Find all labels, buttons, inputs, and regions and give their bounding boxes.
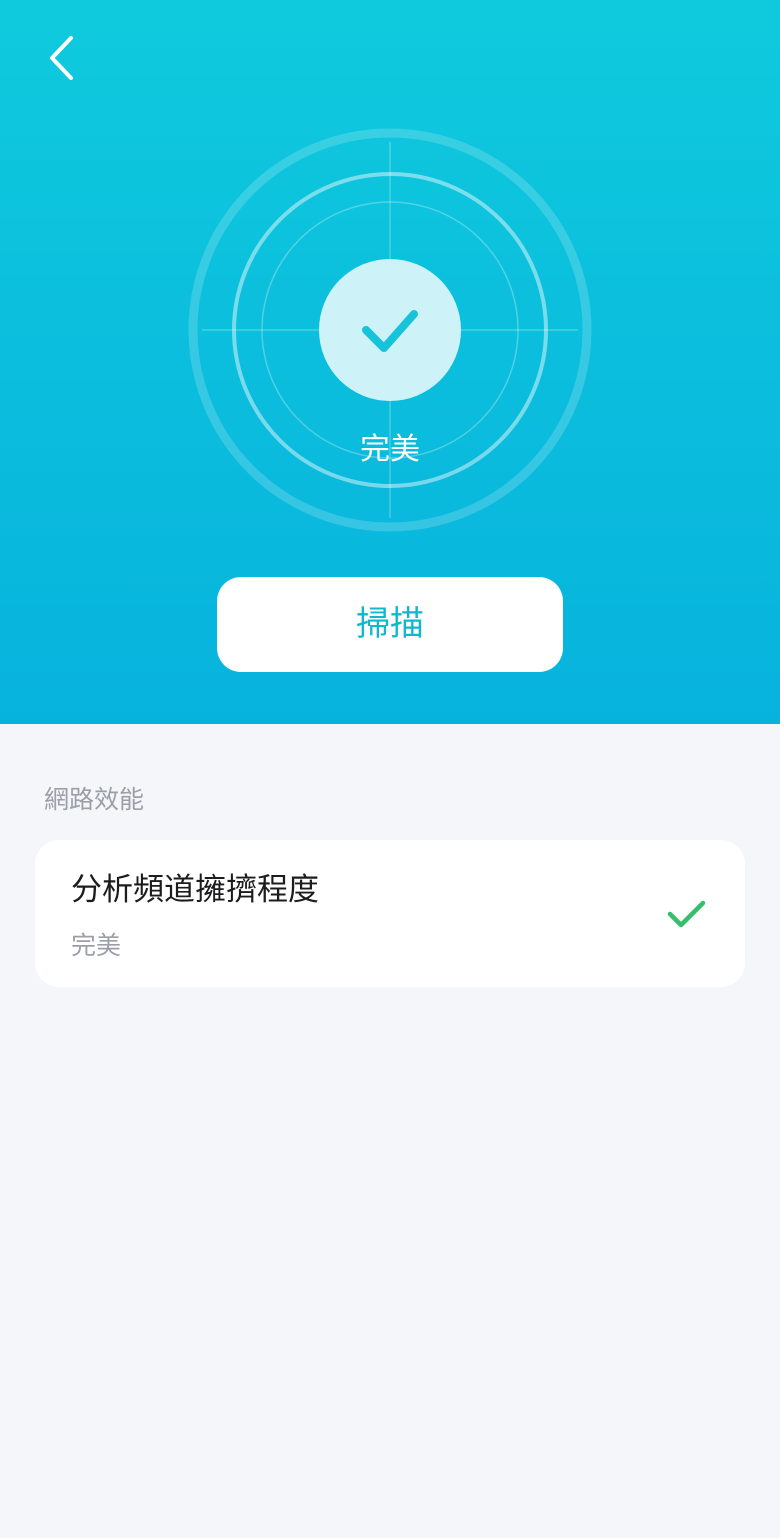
hero-header: 完美 掃描 bbox=[0, 0, 780, 724]
radar-graphic bbox=[180, 120, 600, 540]
status-circle bbox=[319, 259, 461, 401]
chevron-left-icon bbox=[50, 36, 73, 80]
status-label: 完美 bbox=[360, 432, 420, 467]
checkmark-icon bbox=[665, 896, 709, 932]
list-item[interactable]: 分析頻道擁擠程度 完美 bbox=[35, 840, 745, 987]
list-item-subtitle: 完美 bbox=[71, 931, 122, 960]
back-button[interactable] bbox=[30, 26, 94, 90]
list-item-title: 分析頻道擁擠程度 bbox=[71, 872, 319, 908]
scan-button[interactable]: 掃描 bbox=[217, 577, 563, 672]
section-title: 網路效能 bbox=[44, 785, 145, 814]
